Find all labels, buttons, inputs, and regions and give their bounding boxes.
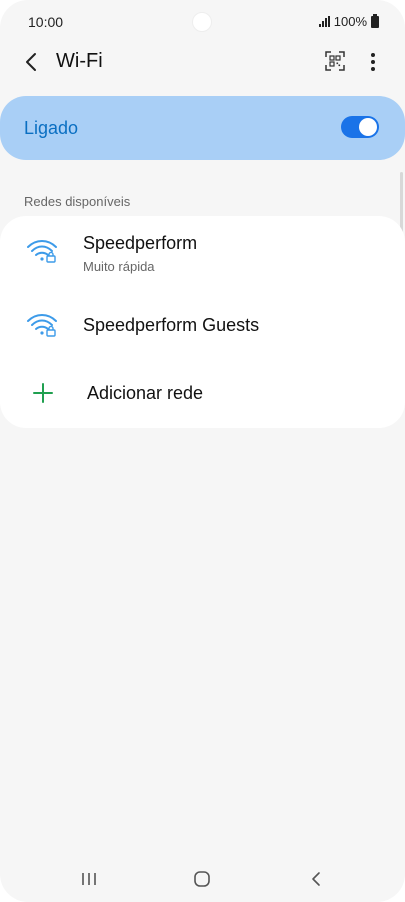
app-bar: Wi-Fi (0, 44, 405, 80)
status-indicators: 100% (318, 13, 379, 29)
status-bar: 10:00 100% (0, 12, 405, 34)
signal-icon (318, 16, 330, 27)
recents-icon[interactable] (80, 870, 98, 888)
available-networks-header: Redes disponíveis (24, 194, 131, 209)
page-title: Wi-Fi (56, 50, 103, 72)
battery-percent: 100% (333, 14, 367, 29)
navigation-bar (0, 860, 405, 900)
add-network-label: Adicionar rede (87, 383, 204, 403)
networks-list: Speedperform Muito rápida Speedperform G… (0, 216, 405, 428)
status-time: 10:00 (28, 14, 64, 30)
switch-knob (359, 118, 377, 136)
add-network-button[interactable]: Adicionar rede (0, 358, 405, 428)
back-icon[interactable] (20, 50, 44, 74)
screen: 10:00 100% Wi-Fi Ligado Redes disponívei… (0, 0, 405, 902)
wifi-toggle-label: Ligado (24, 118, 79, 138)
plus-icon (33, 383, 53, 403)
wifi-switch[interactable] (341, 116, 379, 138)
home-icon[interactable] (193, 870, 211, 888)
network-name: Speedperform Guests (83, 315, 260, 335)
wifi-toggle-row[interactable]: Ligado (0, 96, 405, 160)
back-nav-icon[interactable] (308, 870, 324, 888)
wifi-lock-icon (27, 240, 57, 263)
network-speed: Muito rápida (83, 259, 155, 274)
battery-icon (371, 13, 379, 28)
network-item[interactable]: Speedperform Muito rápida (0, 216, 405, 298)
wifi-lock-icon (27, 314, 57, 337)
qr-code-icon[interactable] (324, 50, 346, 72)
more-options-icon[interactable] (363, 50, 383, 74)
network-item[interactable]: Speedperform Guests (0, 298, 405, 358)
camera-cutout (192, 12, 212, 32)
network-name: Speedperform (83, 233, 198, 253)
